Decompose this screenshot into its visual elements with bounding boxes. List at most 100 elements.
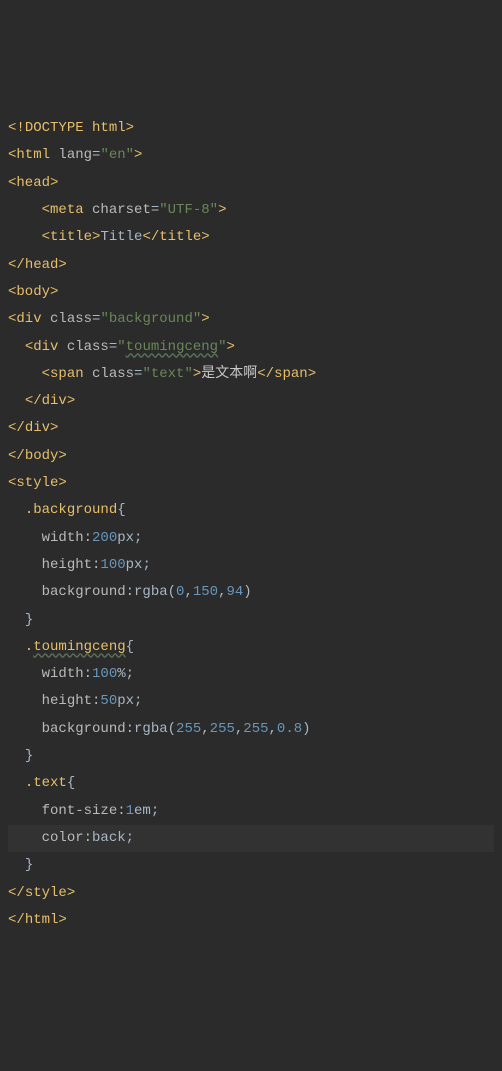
selector-warn: toumingceng xyxy=(33,639,125,655)
indent xyxy=(8,693,42,709)
indent xyxy=(8,748,25,764)
code-line[interactable]: .background{ xyxy=(8,497,494,524)
code-line[interactable]: background:rgba(255,255,255,0.8) xyxy=(8,716,494,743)
indent xyxy=(8,202,42,218)
attr: charset xyxy=(92,202,151,218)
code-line[interactable]: } xyxy=(8,607,494,634)
code-line[interactable]: <span class="text">是文本啊</span> xyxy=(8,361,494,388)
punct: > xyxy=(67,885,75,901)
tag: title xyxy=(50,229,92,245)
prop: background: xyxy=(42,721,134,737)
punct: > xyxy=(58,912,66,928)
brace: } xyxy=(25,612,33,628)
tag: style xyxy=(25,885,67,901)
punct: > xyxy=(58,475,66,491)
tag: span xyxy=(50,366,92,382)
code-line[interactable]: } xyxy=(8,743,494,770)
code-line[interactable]: </body> xyxy=(8,443,494,470)
unit: px; xyxy=(117,693,142,709)
code-line[interactable]: </div> xyxy=(8,388,494,415)
tag: div xyxy=(16,311,50,327)
num: 200 xyxy=(92,530,117,546)
code-line[interactable]: <div class="toumingceng"> xyxy=(8,334,494,361)
text: 是文本啊 xyxy=(201,366,257,382)
comma: , xyxy=(201,721,209,737)
eq: = xyxy=(151,202,159,218)
code-line[interactable]: <title>Title</title> xyxy=(8,224,494,251)
prop: width: xyxy=(42,666,92,682)
code-line[interactable]: </head> xyxy=(8,252,494,279)
num: 255 xyxy=(243,721,268,737)
punct: > xyxy=(226,339,234,355)
code-line[interactable]: height:100px; xyxy=(8,552,494,579)
code-editor[interactable]: <!DOCTYPE html><html lang="en"><head> <m… xyxy=(8,115,494,934)
brace: } xyxy=(25,748,33,764)
indent xyxy=(8,857,25,873)
attr: class xyxy=(92,366,134,382)
indent xyxy=(8,775,25,791)
text: Title xyxy=(100,229,142,245)
code-line[interactable]: <div class="background"> xyxy=(8,306,494,333)
brace: { xyxy=(126,639,134,655)
prop: font-size: xyxy=(42,803,126,819)
tag: title xyxy=(159,229,201,245)
code-line[interactable]: </html> xyxy=(8,907,494,934)
indent xyxy=(8,339,25,355)
punct: > xyxy=(201,311,209,327)
attr: class xyxy=(67,339,109,355)
code-line[interactable]: </style> xyxy=(8,880,494,907)
code-line[interactable]: <meta charset="UTF-8"> xyxy=(8,197,494,224)
tag: html xyxy=(16,147,58,163)
num: 100 xyxy=(100,557,125,573)
doctype: DOCTYPE xyxy=(25,120,92,136)
code-line[interactable]: width:100%; xyxy=(8,661,494,688)
punct: > xyxy=(134,147,142,163)
prop: height: xyxy=(42,557,101,573)
code-line[interactable]: <!DOCTYPE html> xyxy=(8,115,494,142)
selector: . xyxy=(8,639,33,655)
indent xyxy=(8,530,42,546)
punct: < xyxy=(25,339,33,355)
brace: } xyxy=(25,857,33,873)
unit: %; xyxy=(117,666,134,682)
indent xyxy=(8,366,42,382)
code-line[interactable]: font-size:1em; xyxy=(8,798,494,825)
tag: html xyxy=(25,912,59,928)
code-line[interactable]: <style> xyxy=(8,470,494,497)
code-line[interactable]: </div> xyxy=(8,415,494,442)
num: 50 xyxy=(100,693,117,709)
prop: color: xyxy=(42,830,92,846)
code-line[interactable]: <html lang="en"> xyxy=(8,142,494,169)
indent xyxy=(8,803,42,819)
punct: > xyxy=(50,284,58,300)
val: back; xyxy=(92,830,134,846)
code-line[interactable]: width:200px; xyxy=(8,525,494,552)
punct: > xyxy=(308,366,316,382)
tag: meta xyxy=(50,202,92,218)
punct: </ xyxy=(8,912,25,928)
code-line[interactable]: background:rgba(0,150,94) xyxy=(8,579,494,606)
indent xyxy=(8,557,42,573)
string: "UTF-8" xyxy=(159,202,218,218)
code-line[interactable]: <body> xyxy=(8,279,494,306)
indent xyxy=(8,666,42,682)
code-line[interactable]: .text{ xyxy=(8,770,494,797)
indent xyxy=(8,830,42,846)
punct: < xyxy=(42,366,50,382)
code-line[interactable]: } xyxy=(8,852,494,879)
code-line[interactable]: <head> xyxy=(8,170,494,197)
attr: class xyxy=(50,311,92,327)
string: "text" xyxy=(142,366,192,382)
num: 0.8 xyxy=(277,721,302,737)
code-line[interactable]: color:back; xyxy=(8,825,494,852)
indent xyxy=(8,229,42,245)
code-line[interactable]: height:50px; xyxy=(8,688,494,715)
code-line[interactable]: .toumingceng{ xyxy=(8,634,494,661)
tag: head xyxy=(25,257,59,273)
indent xyxy=(8,612,25,628)
string: " xyxy=(117,339,125,355)
num: 255 xyxy=(176,721,201,737)
num: 255 xyxy=(210,721,235,737)
punct: </ xyxy=(8,420,25,436)
punct: > xyxy=(50,420,58,436)
